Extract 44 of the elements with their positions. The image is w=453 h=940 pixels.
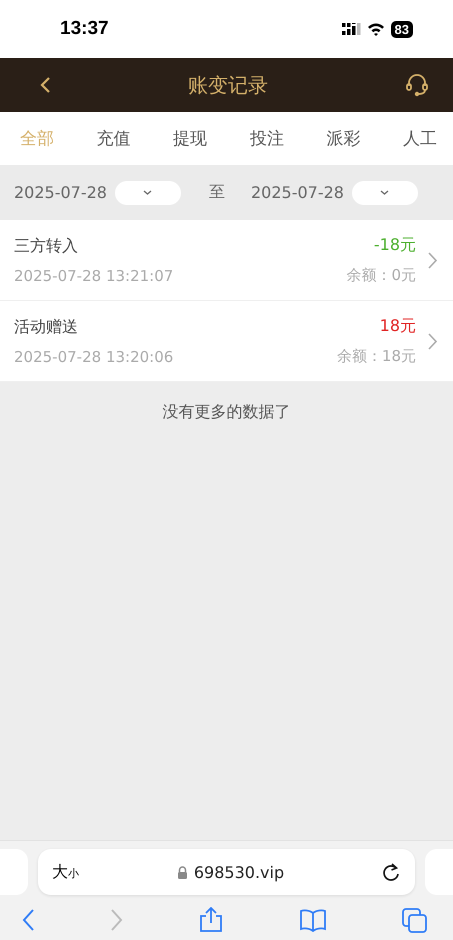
wifi-icon [366, 22, 385, 36]
record-title: 三方转入 [14, 236, 79, 256]
share-icon [198, 907, 224, 933]
record-balance: 余额：0元 [346, 266, 416, 285]
lock-icon [176, 866, 188, 878]
filter-tab[interactable]: 派彩 [320, 121, 366, 156]
date-separator: 至 [208, 182, 225, 203]
record-time: 2025-07-28 13:21:07 [14, 266, 174, 284]
back-button[interactable] [40, 76, 51, 94]
back-icon [22, 908, 35, 932]
headset-icon [405, 73, 429, 97]
chevron-right-icon[interactable] [428, 252, 437, 268]
filter-tab[interactable]: 提现 [167, 121, 214, 156]
battery-indicator: 83 [390, 20, 413, 38]
back-button[interactable] [22, 908, 35, 932]
share-button[interactable] [198, 907, 224, 933]
address-bar[interactable]: 大小 698530.vip [38, 849, 415, 895]
reload-icon[interactable] [382, 862, 401, 882]
record-time: 2025-07-28 13:20:06 [14, 348, 174, 366]
chevron-down-icon [380, 190, 390, 196]
customer-service-button[interactable] [405, 73, 429, 97]
tabs-button[interactable] [402, 908, 427, 932]
bookmarks-button[interactable] [299, 908, 327, 932]
clock: 13:37 [60, 18, 109, 40]
filter-tab[interactable]: 充值 [90, 121, 137, 156]
record-amount: 18元 [380, 316, 416, 337]
end-date: 2025-07-28 [250, 183, 344, 202]
forward-icon [110, 908, 123, 932]
filter-tab[interactable]: 人工 [396, 121, 443, 156]
url-text: 698530.vip [194, 862, 284, 882]
start-date: 2025-07-28 [14, 183, 107, 202]
record-title: 活动赠送 [14, 316, 79, 338]
filter-tab[interactable]: 投注 [244, 121, 290, 156]
back-icon [40, 76, 51, 94]
tabs-icon [402, 908, 427, 932]
page-title: 账变记录 [188, 72, 268, 98]
signal-icon [342, 23, 361, 35]
chevron-right-icon[interactable] [428, 332, 437, 350]
text-size-button[interactable]: 大小 [52, 862, 79, 882]
record-balance: 余额：18元 [336, 347, 416, 366]
end-of-list-message: 没有更多的数据了 [162, 401, 292, 423]
record-amount: -18元 [374, 235, 416, 256]
book-icon [299, 908, 327, 932]
chevron-down-icon [143, 190, 152, 196]
